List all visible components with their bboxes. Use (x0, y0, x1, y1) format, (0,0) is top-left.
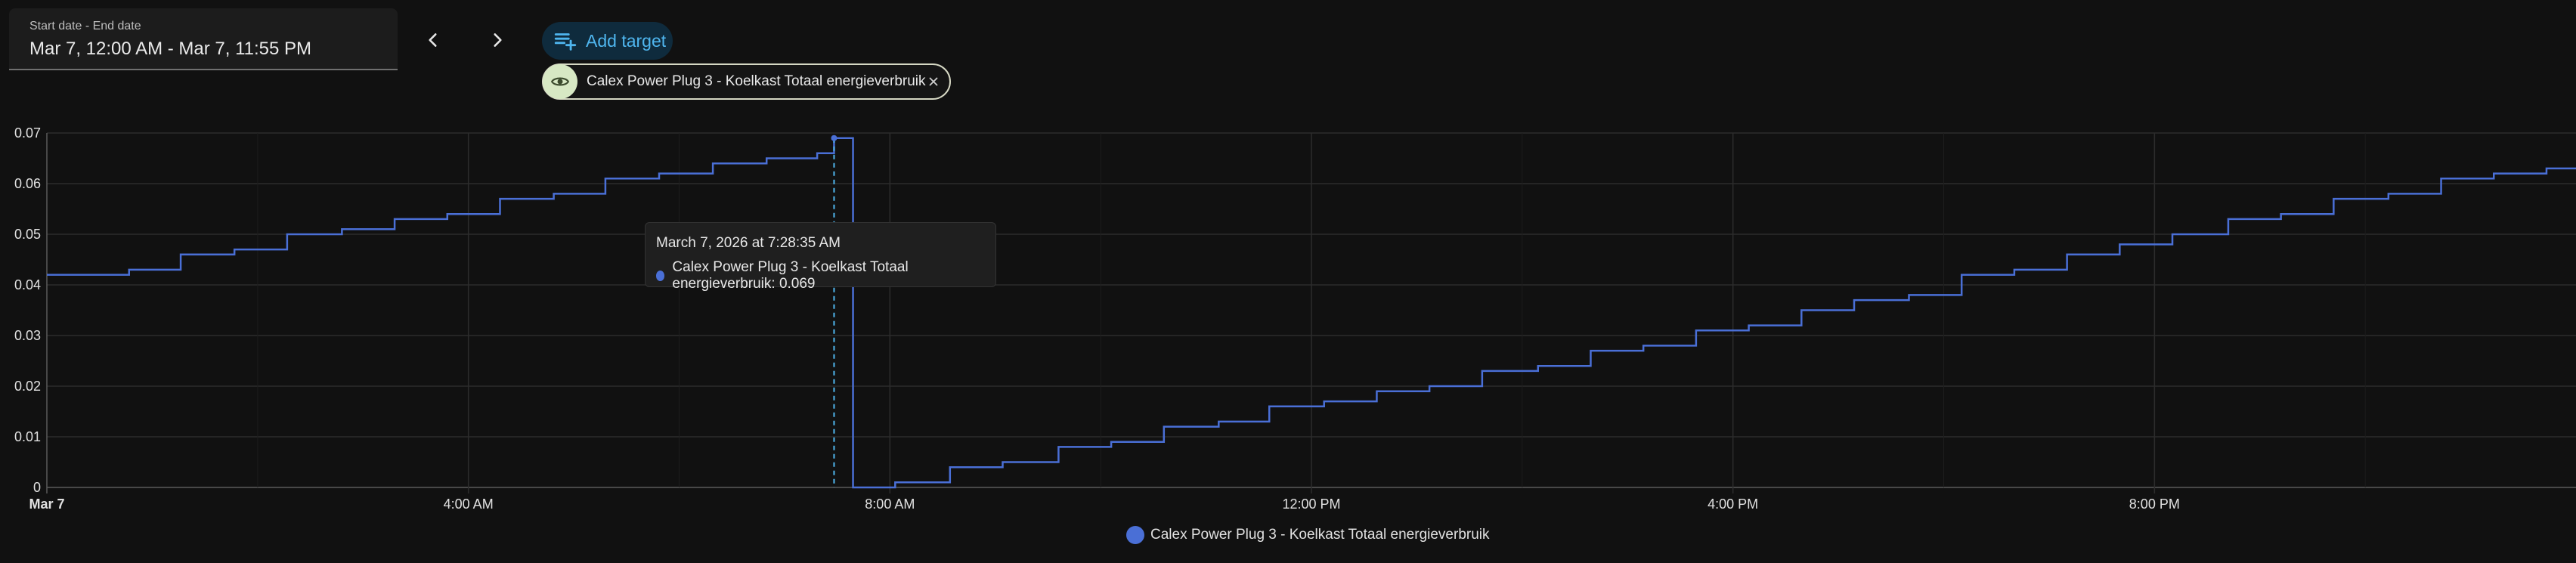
target-chip-label: Calex Power Plug 3 - Koelkast Totaal ene… (587, 73, 926, 89)
y-tick-label: 0.03 (14, 328, 41, 343)
next-period-button[interactable] (476, 19, 519, 61)
add-target-label: Add target (586, 30, 667, 51)
x-tick-label: Mar 7 (29, 496, 64, 512)
eye-icon (550, 77, 570, 86)
visibility-toggle[interactable] (543, 64, 577, 99)
x-tick-label: 8:00 AM (865, 496, 915, 512)
close-icon (929, 77, 938, 86)
y-tick-label: 0 (33, 480, 41, 495)
tooltip-row: Calex Power Plug 3 - Koelkast Totaal ene… (656, 259, 985, 292)
date-range-label: Start date - End date (29, 20, 141, 32)
y-tick-label: 0.06 (14, 176, 41, 191)
tooltip-series-dot (656, 271, 665, 281)
y-tick-label: 0.05 (14, 227, 41, 242)
y-tick-label: 0.02 (14, 379, 41, 394)
date-range-picker[interactable]: Start date - End date Mar 7, 12:00 AM - … (9, 8, 398, 70)
y-tick-label: 0.07 (14, 125, 41, 141)
tooltip-title: March 7, 2026 at 7:28:35 AM (656, 235, 841, 251)
legend-series-dot (1126, 526, 1144, 544)
target-chip[interactable]: Calex Power Plug 3 - Koelkast Totaal ene… (542, 63, 951, 100)
chevron-right-icon (494, 33, 502, 47)
add-target-button[interactable]: Add target (542, 22, 673, 60)
date-range-value[interactable]: Mar 7, 12:00 AM - Mar 7, 11:55 PM (29, 39, 311, 60)
playlist-plus-icon (554, 33, 577, 51)
highlight-point (831, 135, 838, 141)
remove-target-button[interactable] (925, 73, 942, 90)
chart-tooltip: March 7, 2026 at 7:28:35 AM Calex Power … (645, 222, 996, 292)
tooltip-series-value: Calex Power Plug 3 - Koelkast Totaal ene… (672, 259, 909, 292)
y-tick-label: 0.04 (14, 277, 41, 292)
y-tick-label: 0.01 (14, 429, 41, 444)
legend-series-label: Calex Power Plug 3 - Koelkast Totaal ene… (1150, 527, 1490, 543)
previous-period-button[interactable] (412, 19, 454, 61)
x-tick-label: 12:00 PM (1282, 496, 1340, 512)
x-tick-label: 4:00 AM (444, 496, 494, 512)
x-tick-label: 8:00 PM (2129, 496, 2180, 512)
x-tick-label: 4:00 PM (1708, 496, 1758, 512)
chart-legend-item[interactable]: Calex Power Plug 3 - Koelkast Totaal ene… (1126, 526, 1490, 544)
energy-line-chart[interactable]: 0 0.01 0.02 0.03 0.04 0.05 0.06 0.07 Mar 7 4:00 A… (0, 113, 2576, 521)
chevron-left-icon (429, 33, 437, 47)
